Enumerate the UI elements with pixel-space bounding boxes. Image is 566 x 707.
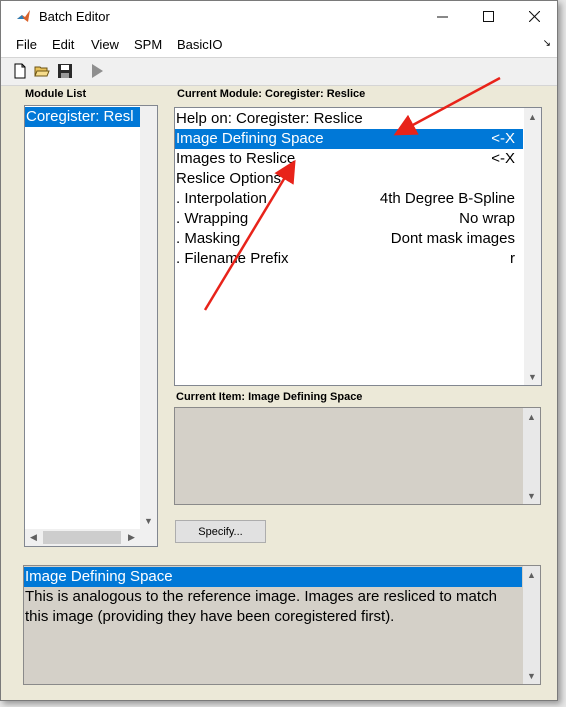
scroll-down-arrow-icon[interactable]: ▼	[524, 368, 541, 385]
toolbar	[1, 58, 557, 86]
matlab-icon	[17, 10, 30, 22]
open-folder-icon[interactable]	[34, 63, 50, 79]
module-list-vscroll[interactable]: ▼	[140, 106, 157, 529]
module-list-label: Module List	[25, 88, 87, 100]
minimize-button[interactable]	[419, 1, 465, 32]
minimize-icon	[436, 16, 448, 18]
current-item-box[interactable]: ▲ ▼	[174, 407, 541, 505]
main-panel: Module List Coregister: Resl ▼ ◀ ▶ Curre…	[1, 86, 557, 700]
save-icon[interactable]	[57, 63, 73, 79]
menu-edit[interactable]: Edit	[52, 37, 74, 52]
current-item-vscroll[interactable]: ▲ ▼	[523, 408, 540, 504]
scroll-down-arrow-icon[interactable]: ▼	[523, 487, 540, 504]
help-body-text: This is analogous to the reference image…	[25, 588, 497, 625]
module-row-images-to-reslice[interactable]: Images to Reslice <-X	[175, 149, 523, 169]
current-item-label: Current Item: Image Defining Space	[176, 391, 363, 403]
new-file-icon[interactable]	[12, 63, 28, 79]
module-list-hscroll[interactable]: ◀ ▶	[25, 529, 157, 546]
menu-bar: File Edit View SPM BasicIO ↘	[1, 32, 557, 58]
scroll-down-arrow-icon[interactable]: ▼	[140, 512, 157, 529]
close-icon	[528, 11, 540, 22]
module-list-item[interactable]: Coregister: Resl	[25, 107, 140, 127]
scroll-right-arrow-icon[interactable]: ▶	[123, 529, 140, 546]
module-row-help[interactable]: Help on: Coregister: Reslice	[175, 109, 523, 129]
module-row-filename-prefix[interactable]: . Filename Prefix r	[175, 249, 523, 269]
help-title-row: Image Defining Space	[24, 567, 522, 587]
title-bar: Batch Editor	[1, 1, 557, 32]
scroll-down-arrow-icon[interactable]: ▼	[523, 667, 540, 684]
module-row-masking[interactable]: . Masking Dont mask images	[175, 229, 523, 249]
specify-button[interactable]: Specify...	[175, 520, 266, 543]
current-module-vscroll[interactable]: ▲ ▼	[524, 108, 541, 385]
module-list[interactable]: Coregister: Resl ▼ ◀ ▶	[24, 105, 158, 547]
current-module-list[interactable]: Help on: Coregister: Reslice Image Defin…	[174, 107, 542, 386]
scroll-up-arrow-icon[interactable]: ▲	[523, 566, 540, 583]
menu-view[interactable]: View	[91, 37, 119, 52]
module-row-image-defining-space[interactable]: Image Defining Space <-X	[175, 129, 523, 149]
window-title: Batch Editor	[39, 9, 110, 24]
hscroll-thumb[interactable]	[43, 531, 121, 544]
menu-dock-icon[interactable]: ↘	[543, 38, 551, 49]
module-row-wrapping[interactable]: . Wrapping No wrap	[175, 209, 523, 229]
current-module-label: Current Module: Coregister: Reslice	[177, 88, 366, 100]
menu-file[interactable]: File	[16, 37, 37, 52]
menu-spm[interactable]: SPM	[134, 37, 162, 52]
maximize-button[interactable]	[465, 1, 511, 32]
module-row-interpolation[interactable]: . Interpolation 4th Degree B-Spline	[175, 189, 523, 209]
scroll-left-arrow-icon[interactable]: ◀	[25, 529, 42, 546]
scroll-up-arrow-icon[interactable]: ▲	[524, 108, 541, 125]
maximize-icon	[482, 11, 494, 22]
help-vscroll[interactable]: ▲ ▼	[523, 566, 540, 684]
batch-editor-window: Batch Editor File Edit View SPM BasicIO …	[0, 0, 558, 701]
close-button[interactable]	[511, 1, 557, 32]
run-icon[interactable]	[89, 63, 105, 79]
menu-basicio[interactable]: BasicIO	[177, 37, 223, 52]
help-box[interactable]: Image Defining Space This is analogous t…	[23, 565, 541, 685]
scroll-up-arrow-icon[interactable]: ▲	[523, 408, 540, 425]
module-row-reslice-options[interactable]: Reslice Options	[175, 169, 523, 189]
